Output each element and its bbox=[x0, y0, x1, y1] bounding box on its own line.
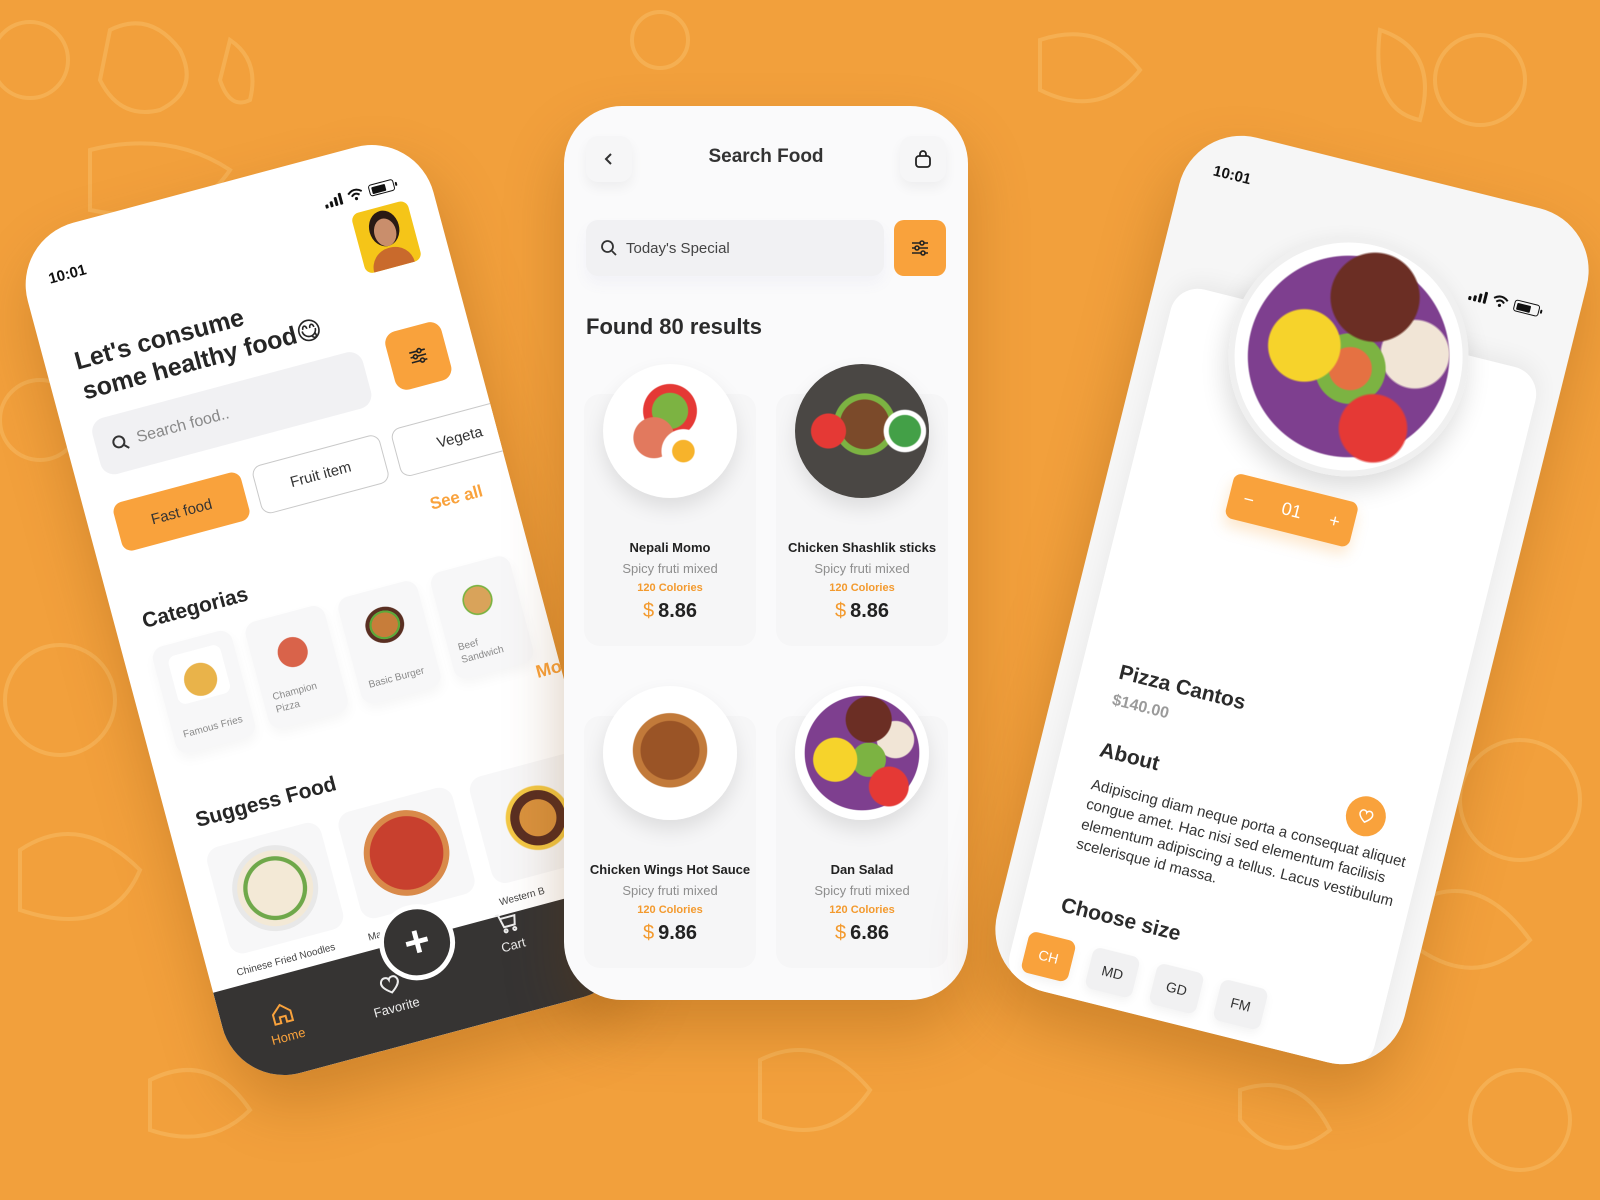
nav-home[interactable]: Home bbox=[262, 998, 307, 1048]
category-label: Basic Burger bbox=[367, 664, 426, 691]
wifi-icon bbox=[1493, 295, 1509, 308]
food-price: $8.86 bbox=[834, 600, 890, 622]
search-screen-phone: Search Food Today's Special Found 80 res… bbox=[564, 106, 968, 1000]
heart-icon bbox=[1359, 809, 1374, 824]
noodles-image bbox=[222, 835, 328, 941]
categories-list: Famous Fries Champion Pizza Basic Burger… bbox=[150, 553, 536, 756]
detail-screen-phone: 10:01 Pizza Cantos $140.00 About Adipisc… bbox=[981, 122, 1600, 1078]
food-calories: 120 Colories bbox=[829, 904, 895, 916]
category-label: Famous Fries bbox=[181, 713, 244, 741]
food-price: $6.86 bbox=[834, 922, 890, 944]
avatar[interactable] bbox=[350, 199, 423, 275]
page-title: Search Food bbox=[708, 146, 824, 167]
food-name: Dan Salad bbox=[830, 862, 894, 877]
category-card-pizza[interactable]: Champion Pizza bbox=[242, 603, 351, 731]
results-count: Found 80 results bbox=[586, 314, 763, 339]
food-image bbox=[795, 686, 929, 820]
status-time: 10:01 bbox=[46, 261, 89, 288]
search-icon bbox=[601, 240, 617, 256]
increment-button[interactable]: + bbox=[1327, 510, 1342, 533]
food-name: Chicken Shashlik sticks bbox=[787, 540, 937, 555]
food-name: Nepali Momo bbox=[629, 540, 711, 555]
category-card-sandwich[interactable]: Beef Sandwich bbox=[428, 553, 536, 682]
product-price: $140.00 bbox=[1110, 691, 1171, 723]
status-time: 10:01 bbox=[1211, 162, 1253, 189]
food-subtitle: Spicy fruti mixed bbox=[622, 883, 718, 898]
food-card[interactable]: Chicken Shashlik sticks Spicy fruti mixe… bbox=[776, 364, 948, 646]
sliders-icon bbox=[912, 240, 928, 256]
chip-fruit-item[interactable]: Fruit item bbox=[250, 433, 391, 516]
food-calories: 120 Colories bbox=[637, 904, 703, 916]
size-option-fm[interactable]: FM bbox=[1212, 978, 1269, 1031]
chip-vegetable[interactable]: Vegeta bbox=[389, 395, 530, 479]
food-subtitle: Spicy fruti mixed bbox=[814, 883, 910, 898]
chip-fast-food[interactable]: Fast food bbox=[111, 470, 252, 553]
bag-button[interactable] bbox=[900, 136, 946, 182]
category-card-burger[interactable]: Basic Burger bbox=[335, 578, 444, 706]
food-price: $8.86 bbox=[642, 600, 698, 622]
filter-button[interactable] bbox=[894, 220, 946, 276]
add-to-bag-button[interactable]: Add To Bag bbox=[982, 1004, 1363, 1078]
status-bar: 10:01 bbox=[47, 176, 409, 294]
about-title: About bbox=[1097, 738, 1162, 776]
size-option-ch[interactable]: CH bbox=[1020, 930, 1077, 983]
size-option-md[interactable]: MD bbox=[1084, 946, 1141, 999]
home-icon bbox=[272, 1003, 295, 1026]
signal-icon bbox=[323, 192, 344, 209]
decrement-button[interactable]: − bbox=[1241, 488, 1256, 511]
category-card-fries[interactable]: Famous Fries bbox=[150, 628, 258, 756]
battery-icon bbox=[1512, 299, 1541, 318]
filter-button[interactable] bbox=[382, 319, 455, 393]
nav-cart[interactable]: Cart bbox=[492, 907, 527, 955]
search-placeholder: Search food.. bbox=[134, 405, 232, 447]
results-grid: Nepali Momo Spicy fruti mixed 120 Colori… bbox=[584, 364, 948, 968]
search-value: Today's Special bbox=[626, 239, 730, 257]
food-price: $9.86 bbox=[642, 922, 698, 944]
shopping-bag-icon bbox=[915, 150, 931, 168]
sliders-icon bbox=[409, 347, 428, 364]
size-options: CH MD GD FM bbox=[1020, 930, 1269, 1031]
header: Search Food bbox=[586, 136, 946, 188]
see-all-link[interactable]: See all bbox=[428, 481, 485, 514]
wifi-icon bbox=[347, 188, 363, 201]
food-image bbox=[795, 364, 929, 498]
size-option-gd[interactable]: GD bbox=[1148, 962, 1205, 1015]
food-subtitle: Spicy fruti mixed bbox=[814, 561, 910, 576]
pizza-slice-image bbox=[259, 618, 325, 681]
food-calories: 120 Colories bbox=[637, 582, 703, 594]
search-input[interactable]: Today's Special bbox=[586, 220, 884, 276]
category-label: Champion Pizza bbox=[271, 680, 319, 716]
sandwich-image bbox=[444, 568, 511, 632]
food-card[interactable]: Chicken Wings Hot Sauce Spicy fruti mixe… bbox=[584, 686, 756, 968]
food-name: Chicken Wings Hot Sauce bbox=[589, 862, 751, 877]
cart-icon bbox=[494, 913, 518, 934]
home-screen-phone: 10:01 Let's consume some healthy food😋 S… bbox=[11, 130, 645, 1090]
burger-image bbox=[352, 593, 418, 656]
pizza-image bbox=[353, 800, 460, 906]
quantity-value: 01 bbox=[1279, 497, 1304, 522]
food-card[interactable]: Dan Salad Spicy fruti mixed 120 Colories… bbox=[776, 686, 948, 968]
food-card[interactable]: Nepali Momo Spicy fruti mixed 120 Colori… bbox=[584, 364, 756, 646]
food-image bbox=[603, 364, 737, 498]
category-label: Beef Sandwich bbox=[456, 637, 505, 666]
battery-icon bbox=[367, 178, 396, 197]
fries-image bbox=[166, 643, 232, 706]
choose-size-title: Choose size bbox=[1058, 893, 1184, 946]
food-calories: 120 Colories bbox=[829, 582, 895, 594]
food-subtitle: Spicy fruti mixed bbox=[622, 561, 718, 576]
signal-icon bbox=[1467, 288, 1489, 304]
search-icon bbox=[112, 435, 130, 449]
favorite-button[interactable] bbox=[1341, 792, 1391, 841]
food-image bbox=[603, 686, 737, 820]
